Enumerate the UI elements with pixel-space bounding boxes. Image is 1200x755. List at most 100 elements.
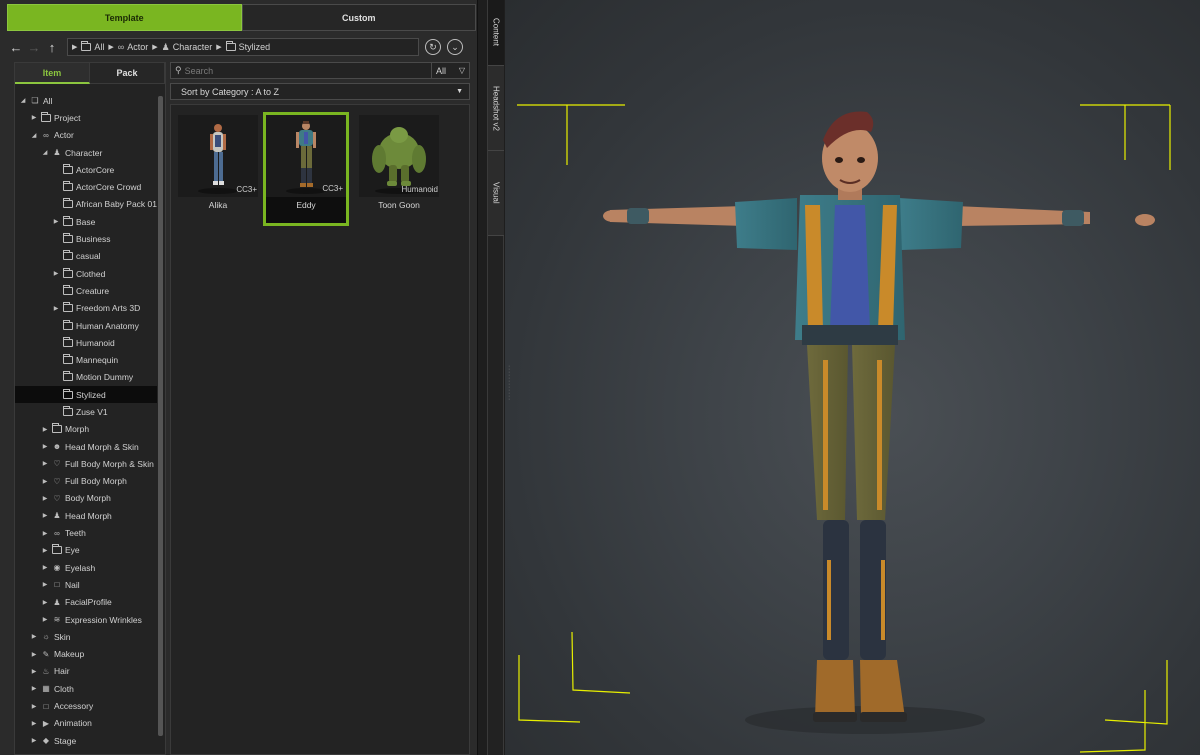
expand-closed-icon[interactable]: ▶	[30, 633, 38, 640]
tree-item[interactable]: ▶ ♡ Full Body Morph & Skin	[15, 455, 157, 472]
tree-item[interactable]: ▶ Project	[15, 109, 157, 126]
tree-item[interactable]: Humanoid	[15, 334, 157, 351]
tree-item[interactable]: Zuse V1	[15, 403, 157, 420]
expand-closed-icon[interactable]: ▶	[30, 114, 38, 121]
sync-icon[interactable]: ↻	[425, 39, 441, 55]
expand-closed-icon[interactable]: ▶	[41, 530, 49, 537]
tab-headshot[interactable]: Headshot v2	[488, 66, 504, 151]
tab-item[interactable]: Item	[15, 63, 90, 84]
tree-item[interactable]: ▶ ♟ FacialProfile	[15, 594, 157, 611]
tab-content[interactable]: Content	[488, 0, 504, 66]
expand-closed-icon[interactable]: ▶	[41, 547, 49, 554]
expand-closed-icon[interactable]: ▶	[41, 599, 49, 606]
expand-closed-icon[interactable]: ▶	[41, 581, 49, 588]
back-arrow-icon[interactable]: ←	[7, 38, 25, 56]
head-icon: ♟	[53, 511, 61, 521]
expand-closed-icon[interactable]: ▶	[52, 305, 60, 312]
up-arrow-icon[interactable]: ↑	[43, 38, 61, 56]
tree-item[interactable]: ▶ ▦ Cloth	[15, 680, 157, 697]
expand-closed-icon[interactable]: ▶	[41, 460, 49, 467]
tree-item[interactable]: ▶ □ Nail	[15, 576, 157, 593]
item-grid: CC3+ Alika CC3+ Eddy Humanoid Toon Goon	[170, 104, 470, 755]
tree-panel: Item Pack ◢ ❏ All ▶ Project ◢ ∞ Actor ◢ ♟ Characte…	[14, 62, 166, 755]
tree-item[interactable]: ▶ ♟ Head Morph	[15, 507, 157, 524]
tab-visual[interactable]: Visual	[488, 151, 504, 236]
sub-tabs: Item Pack	[15, 63, 165, 84]
tree-item[interactable]: ◢ ❏ All	[15, 92, 157, 109]
tree-item[interactable]: Human Anatomy	[15, 317, 157, 334]
expand-closed-icon[interactable]: ▶	[41, 616, 49, 623]
expand-closed-icon[interactable]: ▶	[30, 720, 38, 727]
tree-item-label: Head Morph & Skin	[65, 441, 139, 452]
tree-item[interactable]: ▶ Base	[15, 213, 157, 230]
nail-icon: □	[54, 580, 60, 590]
expand-closed-icon[interactable]: ▶	[41, 443, 49, 450]
tree-item[interactable]: ▶ Clothed	[15, 265, 157, 282]
tree-item-label: Head Morph	[65, 510, 112, 521]
tab-pack[interactable]: Pack	[90, 63, 165, 84]
expand-closed-icon[interactable]: ▶	[41, 495, 49, 502]
tree-item[interactable]: ▶ □ Accessory	[15, 697, 157, 714]
3d-viewport[interactable]: · · · · · · · · · · · ·	[505, 0, 1200, 755]
tree-scrollbar[interactable]	[158, 96, 163, 736]
tree-item[interactable]: Mannequin	[15, 351, 157, 368]
tree-item[interactable]: ▶ ≋ Expression Wrinkles	[15, 611, 157, 628]
expand-open-icon[interactable]: ◢	[41, 149, 49, 156]
item-thumbnail[interactable]: CC3+ Eddy	[263, 112, 349, 226]
expand-closed-icon[interactable]: ▶	[30, 651, 38, 658]
chevron-down-icon[interactable]: ⌄	[447, 39, 463, 55]
tree-item[interactable]: ▶ ◉ Eyelash	[15, 559, 157, 576]
tree-item[interactable]: ▶ ✎ Makeup	[15, 646, 157, 663]
expand-open-icon[interactable]: ◢	[19, 97, 27, 104]
tree-item[interactable]: ▶ ♡ Body Morph	[15, 490, 157, 507]
tree-item[interactable]: ▶ ∞ Teeth	[15, 524, 157, 541]
tree-item[interactable]: Stylized	[15, 386, 157, 404]
tree-item[interactable]: ◢ ♟ Character	[15, 144, 157, 161]
item-label: Eddy	[296, 200, 316, 210]
tree-item[interactable]: ActorCore	[15, 161, 157, 178]
expand-closed-icon[interactable]: ▶	[52, 218, 60, 225]
tree-item-label: Full Body Morph	[65, 476, 127, 487]
expand-closed-icon[interactable]: ▶	[41, 426, 49, 433]
tab-template[interactable]: Template	[7, 4, 242, 31]
tree-item[interactable]: Business	[15, 230, 157, 247]
search-input[interactable]: ⚲ Search	[170, 62, 432, 79]
breadcrumb-item-all[interactable]: All	[81, 41, 104, 52]
breadcrumb-item-stylized[interactable]: Stylized	[225, 41, 270, 52]
tree-item-label: Animation	[54, 718, 92, 729]
expand-open-icon[interactable]: ◢	[30, 132, 38, 139]
tree-item[interactable]: ▶ ◆ Stage	[15, 732, 157, 749]
tree-item[interactable]: Motion Dummy	[15, 369, 157, 386]
expand-closed-icon[interactable]: ▶	[41, 564, 49, 571]
tree-item[interactable]: ◢ ∞ Actor	[15, 127, 157, 144]
breadcrumb-item-character[interactable]: ♟ Character	[162, 42, 213, 53]
tree-item[interactable]: ▶ ♨ Hair	[15, 663, 157, 680]
tree-item[interactable]: ActorCore Crowd	[15, 178, 157, 195]
tree-item[interactable]: ▶ ☻ Head Morph & Skin	[15, 438, 157, 455]
expand-closed-icon[interactable]: ▶	[41, 512, 49, 519]
tree-item[interactable]: African Baby Pack 01	[15, 196, 157, 213]
forward-arrow-icon[interactable]: →	[25, 38, 43, 56]
tab-custom[interactable]: Custom	[241, 4, 476, 31]
tree-item[interactable]: ▶ ♡ Full Body Morph	[15, 473, 157, 490]
sort-dropdown[interactable]: Sort by Category : A to Z ▼	[170, 83, 470, 100]
tree-item[interactable]: Creature	[15, 282, 157, 299]
expand-closed-icon[interactable]: ▶	[30, 668, 38, 675]
splitter-grip-icon[interactable]: · · · · · · · · · · · ·	[508, 363, 510, 403]
tree-item[interactable]: casual	[15, 248, 157, 265]
tree-item[interactable]: ▶ Eye	[15, 542, 157, 559]
expand-closed-icon[interactable]: ▶	[30, 685, 38, 692]
item-thumbnail[interactable]: Humanoid Toon Goon	[356, 112, 442, 226]
expand-closed-icon[interactable]: ▶	[52, 270, 60, 277]
selection-corner-bottom-left	[518, 631, 631, 723]
breadcrumb-item-actor[interactable]: ∞ Actor	[118, 42, 148, 52]
tree-item[interactable]: ▶ ☼ Skin	[15, 628, 157, 645]
filter-dropdown[interactable]: All ▽	[432, 62, 470, 79]
tree-item[interactable]: ▶ ▶ Animation	[15, 715, 157, 732]
expand-closed-icon[interactable]: ▶	[30, 703, 38, 710]
expand-closed-icon[interactable]: ▶	[30, 737, 38, 744]
item-thumbnail[interactable]: CC3+ Alika	[175, 112, 261, 226]
tree-item[interactable]: ▶ Freedom Arts 3D	[15, 300, 157, 317]
expand-closed-icon[interactable]: ▶	[41, 478, 49, 485]
tree-item[interactable]: ▶ Morph	[15, 421, 157, 438]
